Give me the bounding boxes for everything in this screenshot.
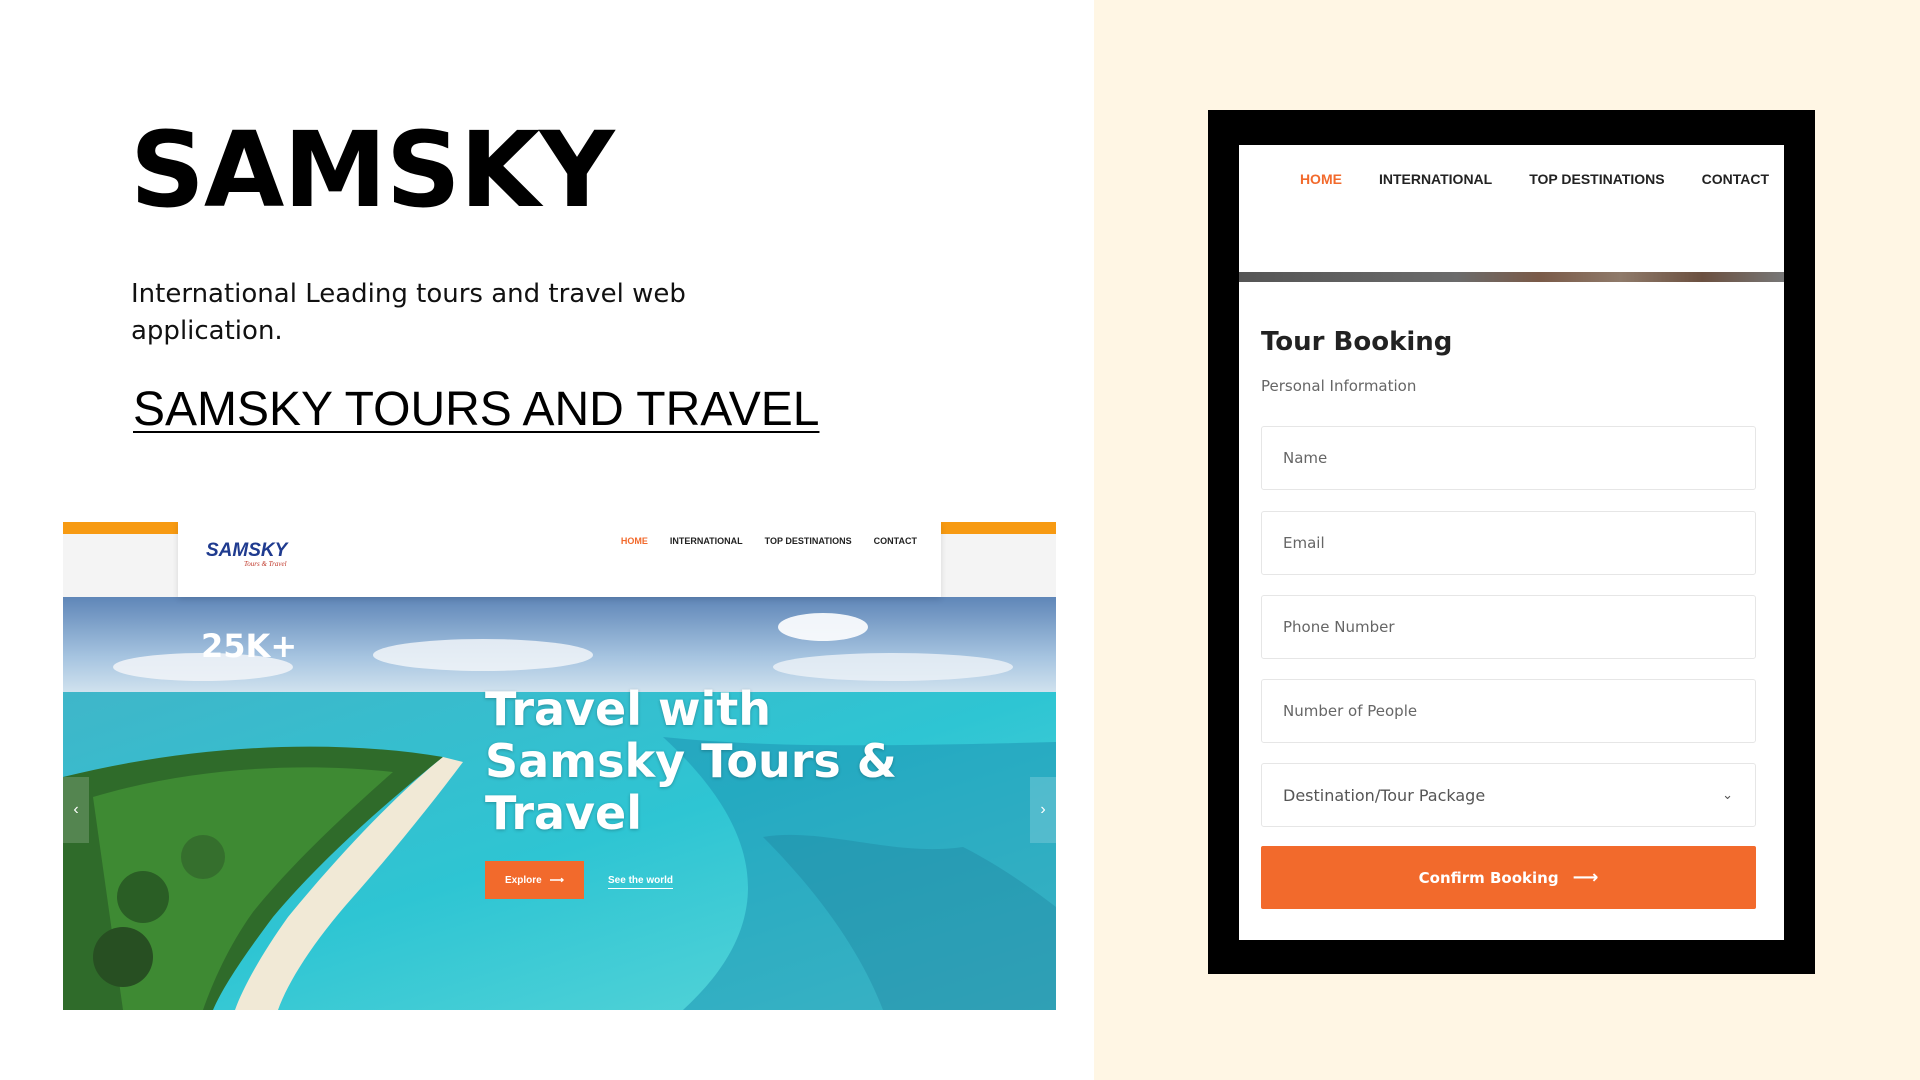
topbar-accent-left [63, 522, 178, 534]
form-title: Tour Booking [1261, 327, 1453, 357]
confirm-booking-button[interactable]: Confirm Booking ⟶ [1261, 846, 1756, 909]
nav-top-destinations[interactable]: TOP DESTINATIONS [765, 536, 852, 546]
people-placeholder: Number of People [1283, 702, 1418, 720]
hero-stat: 25K+ [201, 627, 298, 665]
explore-label: Explore [504, 874, 542, 886]
destination-select[interactable]: Destination/Tour Package ⌄ [1261, 763, 1756, 827]
chevron-left-icon[interactable]: ‹ [63, 777, 89, 843]
nav-contact[interactable]: CONTACT [874, 536, 917, 546]
nav-home[interactable]: HOME [621, 536, 648, 546]
site-header: SAMSKY Tours & Travel HOME INTERNATIONAL… [178, 522, 941, 597]
site-logo[interactable]: SAMSKY Tours & Travel [206, 540, 321, 570]
destination-placeholder: Destination/Tour Package [1283, 785, 1486, 805]
brand-title: SAMSKY [130, 109, 615, 231]
logo-text: SAMSKY [206, 540, 288, 561]
left-panel: SAMSKY International Leading tours and t… [0, 0, 1094, 1080]
confirm-booking-label: Confirm Booking [1418, 868, 1559, 887]
arrow-right-icon: ⟶ [1572, 866, 1599, 888]
email-placeholder: Email [1283, 534, 1325, 552]
arrow-right-icon: ⟶ [549, 874, 565, 886]
site-nav: HOME INTERNATIONAL TOP DESTINATIONS CONT… [621, 536, 917, 546]
hero-heading: Travel with Samsky Tours & Travel [485, 682, 897, 840]
phone-field[interactable]: Phone Number [1261, 595, 1756, 659]
mobile-nav-top-destinations[interactable]: TOP DESTINATIONS [1529, 171, 1664, 187]
mobile-nav-contact[interactable]: CONTACT [1702, 171, 1769, 187]
phone-placeholder: Phone Number [1283, 618, 1395, 636]
email-field[interactable]: Email [1261, 511, 1756, 575]
name-field[interactable]: Name [1261, 426, 1756, 490]
topbar-accent-right [941, 522, 1056, 534]
banner-image-strip [1239, 272, 1784, 282]
name-placeholder: Name [1283, 449, 1328, 467]
nav-international[interactable]: INTERNATIONAL [670, 536, 743, 546]
chevron-down-icon: ⌄ [1722, 787, 1733, 803]
brand-tagline: International Leading tours and travel w… [131, 279, 686, 346]
mobile-nav-home[interactable]: HOME [1300, 171, 1342, 187]
people-field[interactable]: Number of People [1261, 679, 1756, 743]
mobile-header: HOME INTERNATIONAL TOP DESTINATIONS CONT… [1239, 145, 1784, 272]
website-preview: SAMSKY Tours & Travel HOME INTERNATIONAL… [63, 522, 1056, 1010]
mobile-nav: HOME INTERNATIONAL TOP DESTINATIONS CONT… [1300, 171, 1769, 187]
mobile-screen: HOME INTERNATIONAL TOP DESTINATIONS CONT… [1239, 145, 1784, 940]
chevron-right-icon[interactable]: › [1030, 777, 1056, 843]
hero-section: 25K+ Travel with Samsky Tours & Travel E… [63, 597, 1056, 1010]
explore-button[interactable]: Explore ⟶ [485, 861, 584, 899]
see-the-world-link[interactable]: See the world [608, 875, 674, 889]
logo-subtext: Tours & Travel [244, 560, 287, 568]
brand-link[interactable]: SAMSKY TOURS AND TRAVEL [133, 382, 819, 437]
form-subtitle: Personal Information [1261, 377, 1417, 395]
mobile-nav-international[interactable]: INTERNATIONAL [1379, 171, 1492, 187]
